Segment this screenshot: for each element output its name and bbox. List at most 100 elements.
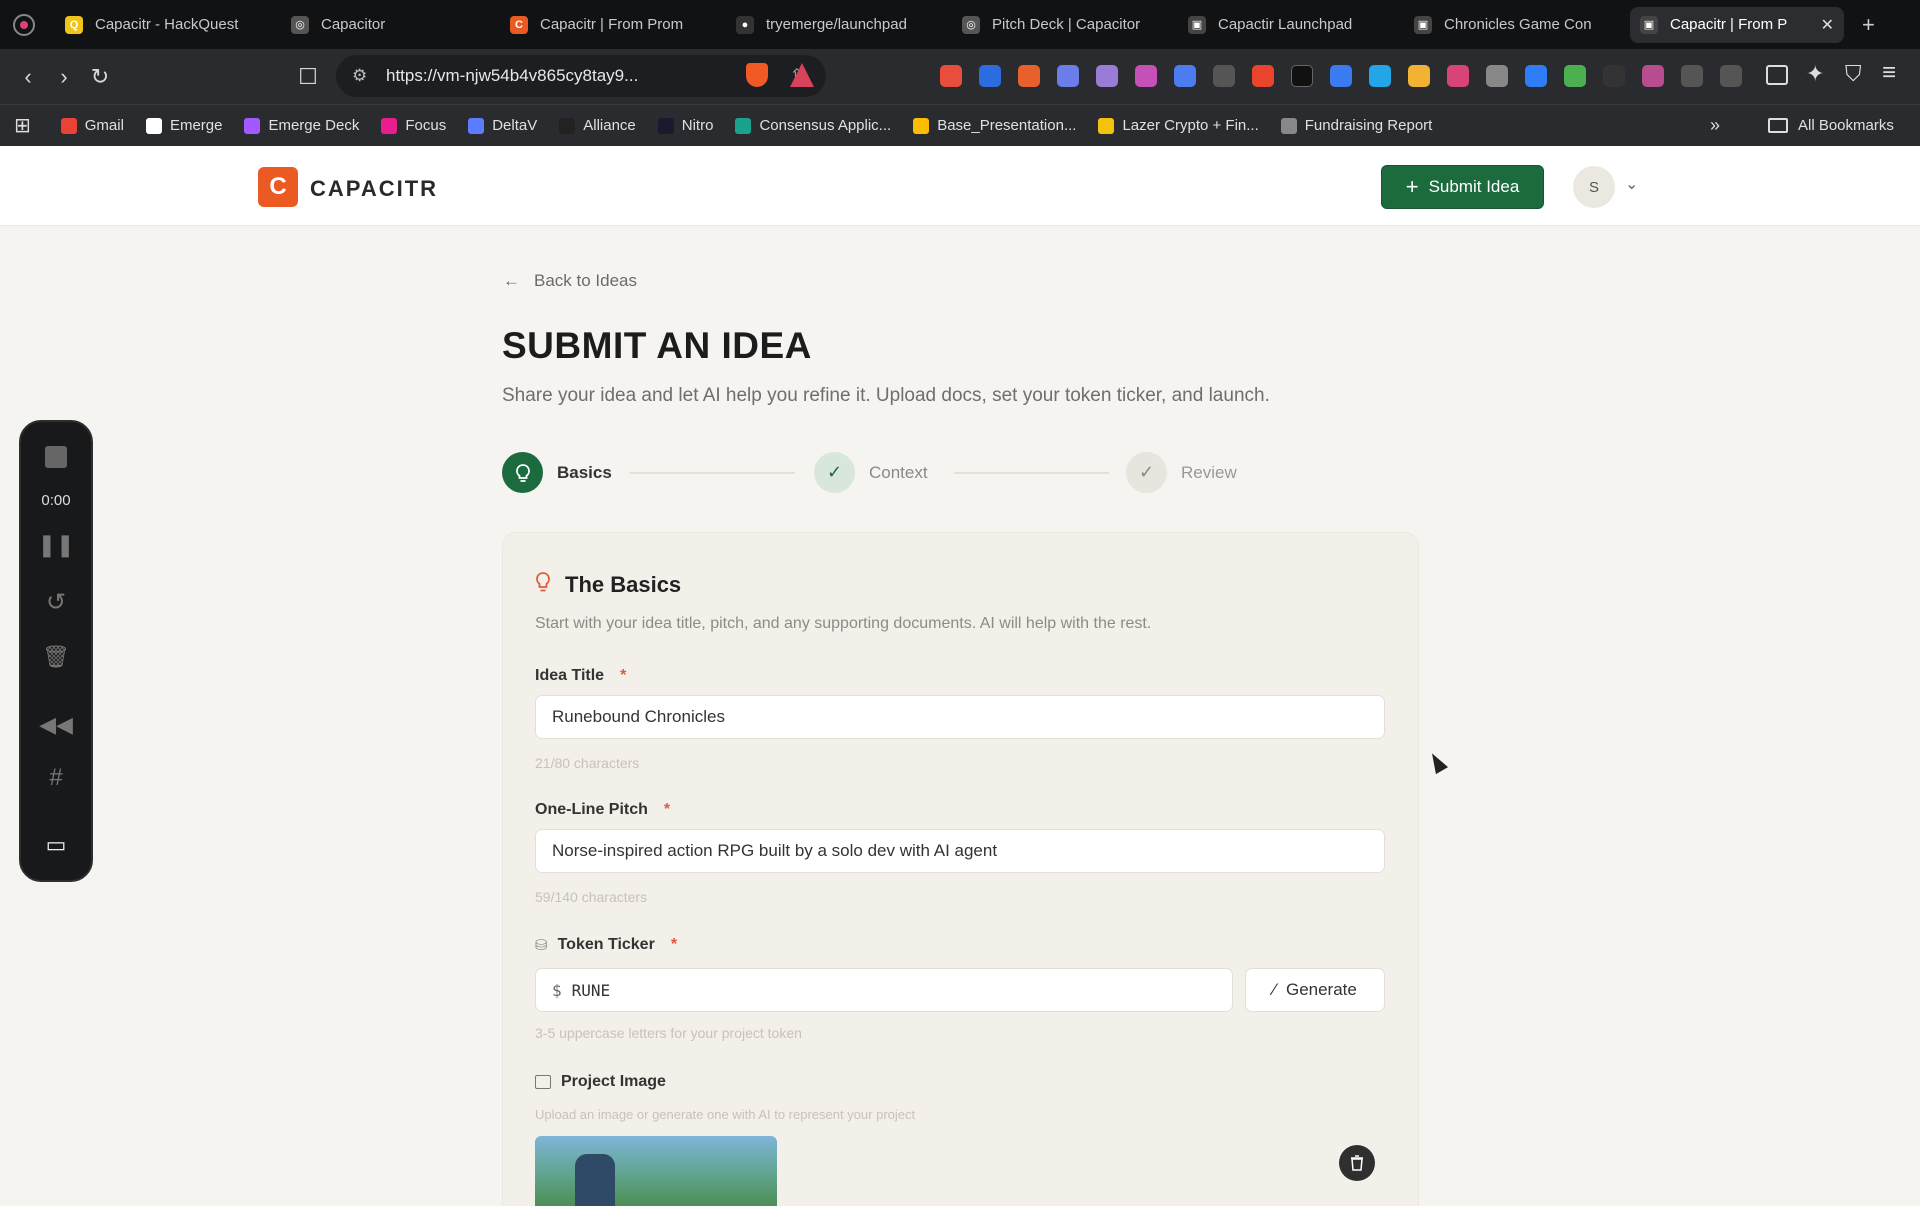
recording-indicator-icon[interactable] xyxy=(13,13,35,36)
stop-icon[interactable] xyxy=(21,446,91,468)
extension-icon[interactable] xyxy=(1096,65,1118,87)
step-basics[interactable]: Basics xyxy=(502,452,612,493)
back-icon[interactable]: ‹ xyxy=(10,64,46,90)
grid-icon[interactable]: # xyxy=(21,764,91,792)
bookmark-label: Emerge Deck xyxy=(268,117,360,134)
tab-title: Capacitr | From Prom xyxy=(540,16,684,33)
bookmark-item[interactable]: Fundraising Report xyxy=(1280,117,1432,134)
mouse-cursor xyxy=(1425,749,1449,775)
step-context[interactable]: ✓ Context xyxy=(814,452,928,493)
browser-tab[interactable]: ▣ Chronicles Game Con xyxy=(1404,7,1626,43)
extension-icon[interactable] xyxy=(1603,65,1625,87)
sidebar-toggle-icon[interactable] xyxy=(1766,65,1788,85)
browser-tab[interactable]: ◎ Capacitor xyxy=(281,7,496,43)
bookmark-item[interactable]: Emerge xyxy=(145,117,222,134)
back-to-ideas-link[interactable]: ← Back to Ideas xyxy=(503,271,637,291)
all-bookmarks[interactable]: All Bookmarks xyxy=(1768,117,1894,134)
browser-tab[interactable]: ◎ Pitch Deck | Capacitor xyxy=(952,7,1174,43)
extension-icon[interactable] xyxy=(1525,65,1547,87)
bookmark-label: Focus xyxy=(405,117,447,134)
bookmark-item[interactable]: Nitro xyxy=(657,117,713,134)
bookmark-item[interactable]: Gmail xyxy=(60,117,124,134)
extension-icon[interactable] xyxy=(1135,65,1157,87)
extension-icon[interactable] xyxy=(1486,65,1508,87)
submit-idea-button[interactable]: + Submit Idea xyxy=(1381,165,1544,209)
project-image-preview[interactable] xyxy=(535,1136,777,1206)
screen-recorder-panel: 0:00 ❚❚ ↺ 🗑 ◀◀ # ▭ xyxy=(19,420,93,882)
browser-tab[interactable]: Q Capacitr - HackQuest xyxy=(55,7,277,43)
basics-card: The Basics Start with your idea title, p… xyxy=(502,532,1419,1206)
idea-title-input[interactable]: Runebound Chronicles xyxy=(535,695,1385,739)
bookmark-item[interactable]: Emerge Deck xyxy=(244,117,359,134)
bookmark-item[interactable]: Consensus Applic... xyxy=(735,117,891,134)
avatar[interactable]: S xyxy=(1573,166,1615,208)
bookmark-favicon-icon xyxy=(244,117,261,134)
browser-tab[interactable]: ▣ Capactir Launchpad xyxy=(1178,7,1400,43)
bookmark-item[interactable]: Alliance xyxy=(559,117,636,134)
extension-icon[interactable] xyxy=(1642,65,1664,87)
extension-icon[interactable] xyxy=(1213,65,1235,87)
section-title-text: The Basics xyxy=(565,572,682,597)
bookmark-icon[interactable]: ☐ xyxy=(290,64,326,90)
bookmark-item[interactable]: Base_Presentation... xyxy=(913,117,1076,134)
forward-icon[interactable]: › xyxy=(46,64,82,90)
apps-grid-icon[interactable]: ⊞ xyxy=(14,113,31,138)
required-mark: * xyxy=(620,667,627,684)
more-bookmarks-icon[interactable]: » xyxy=(1710,115,1720,136)
check-icon: ✓ xyxy=(814,452,855,493)
pause-icon[interactable]: ❚❚ xyxy=(21,532,91,558)
menu-icon[interactable]: ≡ xyxy=(1882,59,1896,87)
vpn-shield-icon[interactable]: ⛉ xyxy=(1845,61,1862,87)
new-tab-button[interactable]: + xyxy=(1862,12,1875,38)
check-icon: ✓ xyxy=(1126,452,1167,493)
tab-favicon-icon: Q xyxy=(65,15,83,34)
puzzle-icon[interactable] xyxy=(1681,65,1703,87)
bookmark-item[interactable]: Lazer Crypto + Fin... xyxy=(1098,117,1259,134)
trash-icon[interactable]: 🗑 xyxy=(21,644,91,670)
restart-icon[interactable]: ↺ xyxy=(21,588,91,617)
logo-mark[interactable]: C xyxy=(258,167,298,207)
bookmark-favicon-icon xyxy=(145,117,162,134)
bookmark-item[interactable]: DeltaV xyxy=(468,117,537,134)
input-value: RUNE xyxy=(571,980,611,1000)
browser-tab[interactable]: C Capacitr | From Prom xyxy=(500,7,722,43)
extension-icon[interactable] xyxy=(1564,65,1586,87)
close-tab-icon[interactable]: ✕ xyxy=(1811,15,1834,35)
pitch-input[interactable]: Norse-inspired action RPG built by a sol… xyxy=(535,829,1385,873)
extension-icon[interactable] xyxy=(1057,65,1079,87)
step-review[interactable]: ✓ Review xyxy=(1126,452,1237,493)
logo-text[interactable]: CAPACITR xyxy=(310,176,438,202)
label-text: Project Image xyxy=(561,1073,666,1090)
extension-icon[interactable] xyxy=(1174,65,1196,87)
extension-icon[interactable] xyxy=(1447,65,1469,87)
x-icon[interactable] xyxy=(1291,65,1313,87)
chevron-down-icon[interactable]: ⌄ xyxy=(1625,174,1638,194)
site-settings-icon[interactable]: ⚙ xyxy=(352,66,367,86)
section-subtitle: Start with your idea title, pitch, and a… xyxy=(535,615,1152,632)
extension-icon[interactable] xyxy=(1408,65,1430,87)
extension-icon[interactable] xyxy=(979,65,1001,87)
downloads-icon[interactable] xyxy=(1720,65,1742,87)
generate-ticker-button[interactable]: ⁄ Generate xyxy=(1245,968,1385,1012)
reload-icon[interactable]: ↻ xyxy=(82,64,118,90)
magic-wand-icon: ⁄ xyxy=(1273,980,1276,999)
browser-tab[interactable]: ▣ Capacitr | From P ✕ xyxy=(1630,6,1844,43)
delete-image-button[interactable] xyxy=(1339,1145,1375,1181)
ai-assistant-icon[interactable]: ✦ xyxy=(1806,61,1824,87)
input-value: Norse-inspired action RPG built by a sol… xyxy=(552,841,998,860)
brave-shield-icon[interactable] xyxy=(746,63,768,87)
bookmark-item[interactable]: Focus xyxy=(381,117,446,134)
input-value: Runebound Chronicles xyxy=(552,707,725,726)
bookmark-label: Base_Presentation... xyxy=(937,117,1077,134)
ticker-label: ⛁ Token Ticker * xyxy=(535,936,677,954)
browser-tab[interactable]: ● tryemerge/launchpad xyxy=(726,7,948,43)
extension-icon[interactable] xyxy=(1369,65,1391,87)
extension-icon[interactable] xyxy=(1330,65,1352,87)
extension-icon[interactable] xyxy=(940,65,962,87)
extension-icon[interactable] xyxy=(1252,65,1274,87)
extension-icon[interactable] xyxy=(1018,65,1040,87)
camera-icon[interactable]: ▭ xyxy=(21,832,91,858)
rewind-icon[interactable]: ◀◀ xyxy=(21,712,91,738)
idea-title-label: Idea Title * xyxy=(535,667,626,685)
ticker-input[interactable]: $ RUNE xyxy=(535,968,1233,1012)
